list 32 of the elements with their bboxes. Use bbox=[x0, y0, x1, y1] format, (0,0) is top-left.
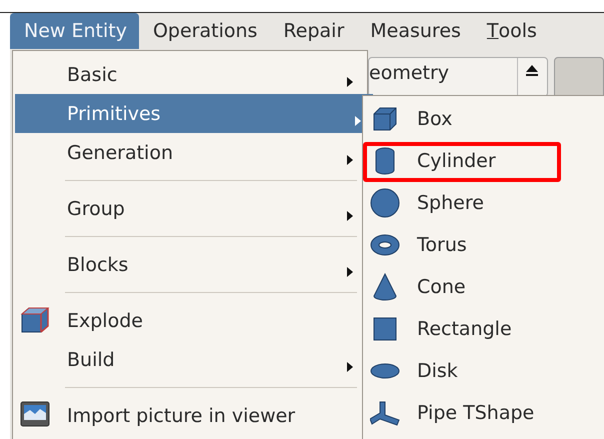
menu-bar-item[interactable]: Operations bbox=[138, 13, 270, 49]
menu-item[interactable]: Basic bbox=[15, 55, 365, 94]
cube-icon bbox=[371, 106, 399, 132]
square-icon bbox=[373, 317, 397, 341]
submenu-item[interactable]: Torus bbox=[363, 224, 604, 266]
menu-bar-item[interactable]: Repair bbox=[269, 13, 356, 49]
menu-item[interactable]: Blocks bbox=[15, 245, 365, 284]
dropdown-text: eometry bbox=[369, 61, 450, 83]
up-arrow-icon bbox=[525, 64, 540, 76]
submenu-item[interactable]: Sphere bbox=[363, 182, 604, 224]
menu-bar-item[interactable]: Measures bbox=[356, 13, 473, 49]
menu-bar-item[interactable]: Tools bbox=[472, 13, 549, 49]
ellipse-icon bbox=[370, 363, 400, 379]
menu-item[interactable]: Group bbox=[15, 189, 365, 228]
submenu-item[interactable]: Cylinder bbox=[363, 140, 604, 182]
menu-item[interactable]: Build bbox=[15, 340, 365, 379]
cylinder-icon bbox=[374, 147, 396, 175]
menu-bar-item[interactable]: New Entity bbox=[10, 13, 139, 49]
menu-item[interactable]: Primitives bbox=[15, 94, 373, 133]
sphere-icon bbox=[370, 188, 400, 218]
submenu-item[interactable]: Cone bbox=[363, 266, 604, 308]
menu-item[interactable]: Generation bbox=[15, 133, 365, 172]
cone-icon bbox=[373, 273, 397, 301]
menu-item[interactable]: Explode bbox=[15, 301, 365, 340]
submenu-item[interactable]: Pipe TShape bbox=[363, 392, 604, 434]
submenu-item[interactable]: Disk bbox=[363, 350, 604, 392]
cube-icon bbox=[20, 306, 50, 334]
submenu-item[interactable]: Rectangle bbox=[363, 308, 604, 350]
pipe-tee-icon bbox=[370, 400, 400, 426]
menu-item[interactable]: Import picture in viewer bbox=[15, 396, 365, 435]
image-icon bbox=[20, 401, 50, 427]
torus-icon bbox=[370, 234, 400, 256]
